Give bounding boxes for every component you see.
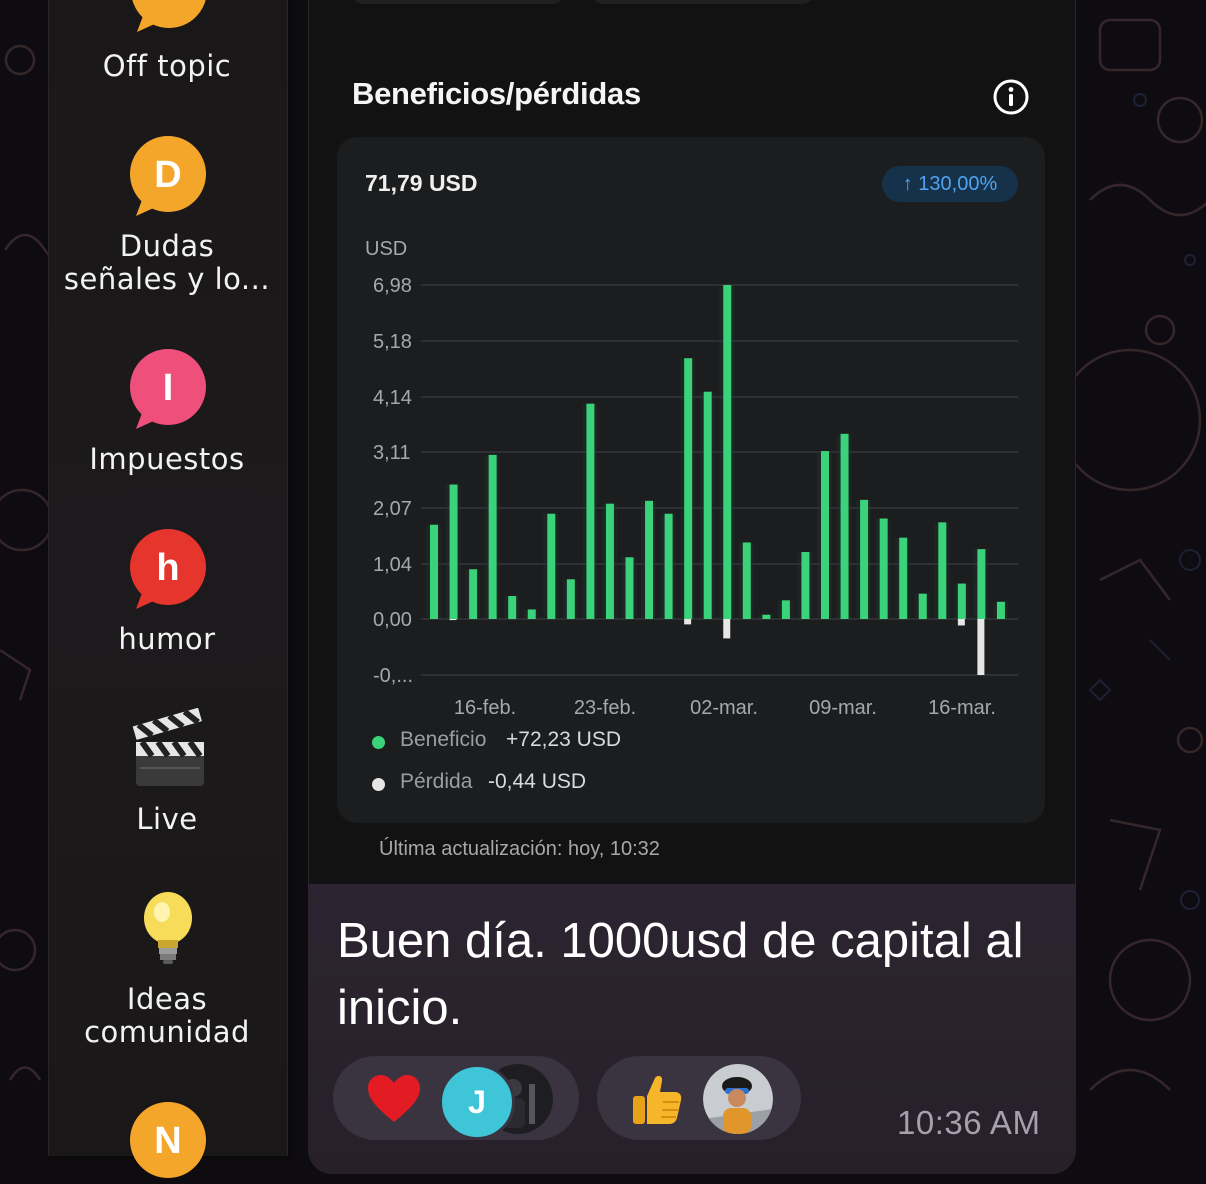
bar-beneficio bbox=[821, 451, 829, 619]
bar-beneficio bbox=[742, 542, 751, 619]
bar-beneficio bbox=[703, 391, 712, 619]
top-pill-right[interactable] bbox=[588, 0, 818, 4]
heart-icon bbox=[368, 1075, 420, 1122]
reaction-avatar-cyclist bbox=[703, 1064, 773, 1134]
bar-beneficio bbox=[879, 518, 888, 619]
bar-perdida bbox=[977, 619, 985, 675]
bar-beneficio bbox=[430, 524, 438, 619]
bar-beneficio bbox=[840, 433, 849, 619]
legend-value-beneficio: +72,23 USD bbox=[506, 728, 621, 751]
bar-beneficio bbox=[899, 537, 908, 619]
x-tick-label: 02-mar. bbox=[690, 697, 758, 719]
speech-bubble-n-icon: N bbox=[130, 1102, 206, 1178]
topic-label-impuestos: Impuestos bbox=[89, 442, 245, 476]
svg-text:I: I bbox=[163, 367, 174, 409]
speech-bubble-i-icon: I bbox=[130, 349, 206, 429]
reaction-thumbs-up[interactable] bbox=[597, 1056, 801, 1140]
y-tick-label: 2,07 bbox=[373, 498, 412, 520]
bar-beneficio bbox=[957, 583, 966, 619]
bar-beneficio bbox=[664, 513, 673, 619]
clapperboard-icon bbox=[132, 708, 204, 786]
legend-name-beneficio: Beneficio bbox=[400, 728, 487, 751]
svg-text:D: D bbox=[154, 154, 181, 196]
bar-beneficio bbox=[762, 614, 771, 619]
thumbs-up-icon bbox=[633, 1075, 682, 1124]
y-tick-label: 6,98 bbox=[373, 275, 412, 297]
x-tick-label: 23-feb. bbox=[574, 697, 636, 719]
card-title: Beneficios/pérdidas bbox=[352, 76, 641, 111]
bar-beneficio bbox=[586, 403, 595, 619]
bar-beneficio bbox=[723, 285, 732, 619]
info-icon[interactable] bbox=[992, 78, 1030, 116]
message-text: Buen día. 1000usd de capital al inicio. bbox=[337, 914, 1024, 1035]
svg-text:N: N bbox=[154, 1120, 181, 1162]
bar-beneficio bbox=[449, 484, 458, 619]
y-axis-label: USD bbox=[365, 238, 407, 260]
bar-beneficio bbox=[781, 600, 790, 619]
bar-beneficio bbox=[996, 601, 1005, 619]
speech-bubble-h-icon: h bbox=[130, 529, 206, 609]
svg-text:h: h bbox=[156, 547, 179, 589]
bar-beneficio bbox=[469, 569, 478, 619]
y-tick-label: 0,00 bbox=[373, 609, 412, 631]
bar-beneficio bbox=[860, 499, 869, 619]
bar-perdida bbox=[449, 619, 457, 621]
bar-beneficio bbox=[938, 522, 947, 619]
bar-beneficio bbox=[684, 358, 693, 619]
topic-label-dudas: Dudas señales y lo... bbox=[63, 229, 271, 296]
bar-beneficio bbox=[625, 557, 634, 619]
profit-loss-bar-chart: USD 6,98 5,18 4,14 3,11 2,07 1,04 0,00 -0,... 16-… bbox=[365, 238, 1018, 719]
bar-beneficio bbox=[918, 593, 927, 619]
topic-label-live: Live bbox=[136, 802, 198, 836]
legend-dot-beneficio bbox=[372, 736, 385, 749]
legend-perdida: Pérdida -0,44 USD bbox=[370, 770, 670, 798]
speech-bubble-o-icon bbox=[132, 0, 206, 32]
speech-bubble-d-icon: D bbox=[130, 136, 206, 216]
message-timestamp: 10:36 AM bbox=[897, 1104, 1041, 1141]
y-tick-label: 1,04 bbox=[373, 554, 412, 576]
bar-beneficio bbox=[801, 552, 810, 619]
last-updated-text: Última actualización: hoy, 10:32 bbox=[379, 838, 660, 860]
bar-beneficio bbox=[547, 513, 556, 619]
legend-beneficio: Beneficio +72,23 USD bbox=[370, 728, 670, 756]
x-tick-label: 16-mar. bbox=[928, 697, 996, 719]
bar-perdida bbox=[723, 619, 731, 639]
y-tick-label: 5,18 bbox=[373, 331, 412, 353]
y-tick-label: -0,... bbox=[373, 665, 413, 687]
x-tick-label: 09-mar. bbox=[809, 697, 877, 719]
topic-label-humor: humor bbox=[118, 622, 216, 656]
reaction-avatar-j: J bbox=[439, 1064, 515, 1140]
y-tick-label: 4,14 bbox=[373, 387, 412, 409]
bar-beneficio bbox=[488, 454, 497, 619]
bar-beneficio bbox=[566, 579, 575, 619]
topic-label-off-topic: Off topic bbox=[102, 49, 232, 83]
bar-beneficio bbox=[508, 596, 517, 619]
bar-beneficio bbox=[605, 503, 614, 619]
legend-name-perdida: Pérdida bbox=[400, 770, 473, 793]
x-tick-label: 16-feb. bbox=[454, 697, 516, 719]
reaction-heart[interactable]: J bbox=[333, 1056, 579, 1140]
bar-beneficio bbox=[645, 500, 654, 619]
bar-beneficio bbox=[527, 609, 536, 619]
top-pill-left[interactable] bbox=[348, 0, 568, 4]
legend-value-perdida: -0,44 USD bbox=[488, 770, 587, 793]
bar-beneficio bbox=[977, 549, 986, 619]
bar-perdida bbox=[957, 619, 965, 626]
y-tick-label: 3,11 bbox=[373, 442, 410, 464]
legend-dot-perdida bbox=[372, 778, 385, 791]
bar-perdida bbox=[684, 619, 692, 625]
light-bulb-icon bbox=[144, 892, 192, 964]
topic-label-ideas: Ideas comunidad bbox=[84, 982, 250, 1049]
